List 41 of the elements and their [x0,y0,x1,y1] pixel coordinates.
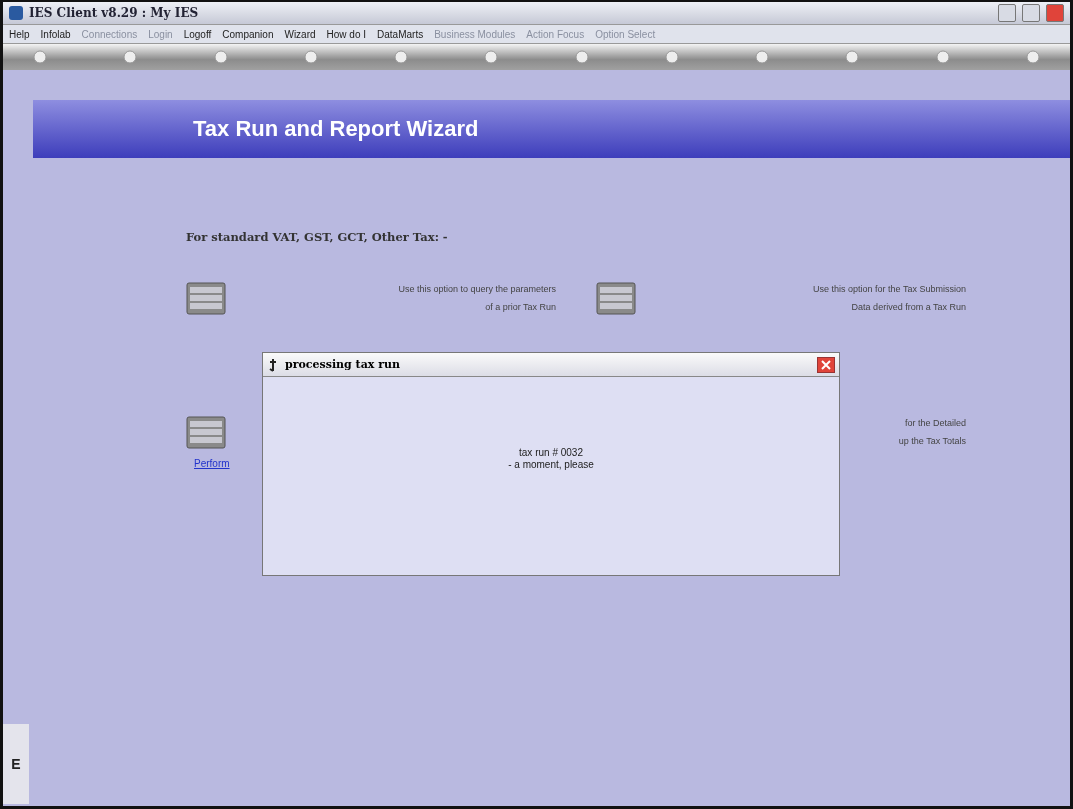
maximize-button[interactable] [1022,4,1040,22]
status-message: tax run # 0032 [519,447,583,459]
list-icon[interactable] [186,416,226,450]
list-icon[interactable] [186,282,226,316]
status-message: - a moment, please [508,459,594,471]
toolbar-icon[interactable] [394,50,409,64]
minimize-button[interactable] [998,4,1016,22]
menu-item[interactable]: Wizard [284,28,316,40]
option-description: Data derived from a Tax Run [851,302,966,312]
window-title: IES Client v8.29 : My IES [29,6,200,20]
toolbar-icon[interactable] [1025,50,1040,64]
toolbar-icon[interactable] [935,50,950,64]
section-heading: For standard VAT, GST, GCT, Other Tax: - [186,230,449,244]
toolbar-icon[interactable] [33,50,47,64]
close-button[interactable] [817,356,835,373]
menu-item[interactable]: Companion [222,28,274,40]
toolbar-icon[interactable] [845,50,860,64]
toolbar-icon[interactable] [484,50,499,64]
menu-item[interactable]: How do I [326,28,367,40]
banner-title: Tax Run and Report Wizard [193,116,479,142]
option-description: up the Tax Totals [898,436,966,446]
dialog-title: processing tax run [285,358,401,371]
toolbar-icon[interactable] [574,50,589,64]
option-description: Use this option for the Tax Submission [813,284,966,294]
panel-label: E [11,756,21,772]
option-description: of a prior Tax Run [485,302,556,312]
toolbar-icon[interactable] [123,50,138,64]
list-icon[interactable] [596,282,636,316]
menu-item[interactable]: Infolab [40,28,71,40]
toolbar-icon[interactable] [755,50,770,64]
option-description: for the Detailed [904,418,966,428]
menu-item[interactable]: Help [9,28,30,40]
option-description: Use this option to query the parameters [398,284,556,294]
option-link[interactable]: Perform [194,458,230,469]
key-icon [267,357,279,372]
toolbar-icon[interactable] [303,50,318,64]
menu-item[interactable]: Logoff [183,28,212,40]
menu-item[interactable]: DataMarts [377,28,424,40]
toolbar-icon[interactable] [664,50,679,64]
app-icon [9,6,23,20]
toolbar-icon[interactable] [213,50,228,64]
